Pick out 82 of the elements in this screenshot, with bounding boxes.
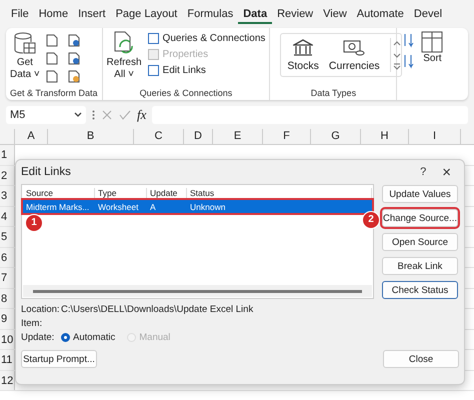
startup-prompt-button[interactable]: Startup Prompt...: [21, 350, 97, 368]
column-header[interactable]: F: [263, 129, 311, 144]
row-header[interactable]: 12: [0, 370, 15, 390]
name-box[interactable]: M5: [6, 106, 86, 124]
row-header[interactable]: 7: [0, 268, 15, 288]
close-dialog-button[interactable]: Close: [383, 350, 459, 368]
row-header[interactable]: 10: [0, 330, 15, 349]
row-header[interactable]: 6: [0, 248, 15, 267]
help-button[interactable]: ?: [412, 166, 434, 178]
ribbon-tab[interactable]: Page Layout: [110, 4, 182, 24]
row-header[interactable]: 2: [0, 166, 15, 185]
row-header[interactable]: 1: [0, 145, 15, 164]
column-header[interactable]: H: [361, 129, 409, 144]
file-icon[interactable]: [46, 70, 58, 83]
dialog-button[interactable]: Open Source: [382, 233, 458, 251]
money-icon: [343, 38, 366, 56]
ribbon-tab[interactable]: File: [6, 4, 34, 24]
refresh-all-button[interactable]: Refresh All ˅: [106, 31, 142, 81]
table-cell-text: Worksheet: [97, 202, 140, 212]
table-cell-text: Unknown: [189, 202, 226, 212]
window-icon: [148, 49, 159, 60]
column-header[interactable]: G: [311, 129, 361, 144]
dialog-button[interactable]: Change Source...: [382, 209, 458, 227]
table-cell-text: Midterm Marks...: [25, 202, 90, 212]
file-icon[interactable]: [46, 52, 58, 65]
file-icon[interactable]: [68, 34, 80, 47]
ribbon-tab[interactable]: Review: [272, 4, 318, 24]
group-label: Get & Transform Data: [10, 88, 98, 98]
close-button[interactable]: ×: [434, 164, 459, 180]
row-header[interactable]: 8: [0, 288, 15, 308]
ribbon-command[interactable]: Queries & Connections: [148, 33, 266, 44]
dialog-button[interactable]: Check Status: [382, 281, 458, 299]
dialog-button[interactable]: Update Values: [382, 185, 458, 203]
ribbon-tab[interactable]: Data: [238, 4, 272, 24]
column-header[interactable]: E: [213, 129, 263, 144]
column-header[interactable]: D: [184, 129, 213, 144]
update-label: Update:: [21, 332, 56, 343]
location-path: C:\Users\DELL\Downloads\Update Excel Link: [61, 304, 254, 315]
bank-icon: [293, 38, 314, 56]
ribbon-tab[interactable]: Devel: [408, 4, 448, 24]
drag-handle-icon[interactable]: [92, 110, 95, 120]
group-label: Data Types: [310, 88, 358, 98]
row-header[interactable]: 4: [0, 206, 15, 226]
sort-button[interactable]: Sort: [421, 31, 444, 65]
gallery-scroll-icon[interactable]: [390, 38, 401, 72]
data-type-button[interactable]: Stocks: [287, 38, 319, 72]
row-header[interactable]: 3: [0, 186, 15, 206]
annotation-badge: 2: [362, 211, 380, 229]
ribbon-tab[interactable]: Insert: [73, 4, 111, 24]
radio-option[interactable]: Automatic: [61, 332, 116, 343]
ribbon-tab[interactable]: View: [318, 4, 352, 24]
column-header[interactable]: I: [409, 129, 461, 144]
file-icon[interactable]: [46, 34, 58, 47]
ribbon-tab[interactable]: Home: [34, 4, 74, 24]
annotation-badge: 1: [25, 214, 43, 232]
dropdown-icon[interactable]: [74, 112, 82, 118]
ribbon-tab[interactable]: Automate: [352, 4, 409, 24]
table-cell-text: A: [149, 202, 157, 212]
ribbon-tab[interactable]: Formulas: [182, 4, 238, 24]
sort-icon: [421, 31, 444, 53]
dialog-title: Edit Links: [21, 166, 71, 178]
data-type-button[interactable]: Currencies: [328, 38, 380, 72]
link-row[interactable]: Midterm Marks... Worksheet A Unknown: [23, 200, 372, 213]
row-header[interactable]: 11: [0, 350, 15, 370]
column-header[interactable]: A: [15, 129, 48, 144]
window-icon: [148, 65, 159, 76]
location-label: Location:: [21, 304, 61, 315]
column-header[interactable]: C: [134, 129, 184, 144]
dialog-button[interactable]: Break Link: [382, 257, 458, 275]
row-header[interactable]: 9: [0, 309, 15, 328]
column-header[interactable]: B: [48, 129, 134, 144]
insert-function-button[interactable]: fx: [137, 107, 146, 123]
window-icon: [148, 33, 159, 44]
file-icon[interactable]: [68, 70, 80, 83]
file-icon[interactable]: [68, 52, 80, 65]
item-label: Item:: [21, 318, 44, 329]
get-data-button[interactable]: Get Data ˅: [10, 31, 40, 81]
row-header[interactable]: 5: [0, 227, 15, 246]
group-label: Queries & Connections: [138, 88, 234, 98]
checkmark-icon[interactable]: [119, 109, 131, 121]
horizontal-scrollbar[interactable]: [23, 285, 372, 297]
ribbon-command[interactable]: Edit Links: [148, 65, 266, 76]
